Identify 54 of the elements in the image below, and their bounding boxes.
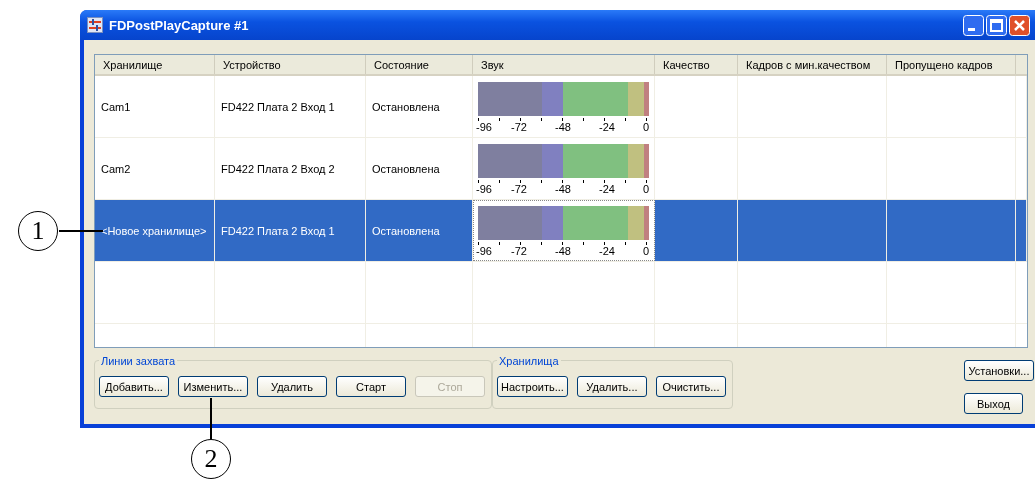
exit-button[interactable]: Выход xyxy=(964,393,1023,414)
scale-label: 0 xyxy=(642,244,650,257)
table-cell: Cam1 xyxy=(101,100,131,113)
table-cell: FD422 Плата 2 Вход 1 xyxy=(221,100,335,113)
table-cell: Cam2 xyxy=(101,162,131,175)
column-header[interactable]: Состояние xyxy=(366,55,473,74)
column-header[interactable]: Хранилище xyxy=(95,55,215,74)
action-button[interactable]: Очистить... xyxy=(655,376,726,397)
leader-line xyxy=(210,398,212,439)
scale-label: 0 xyxy=(642,120,650,133)
action-button[interactable]: Старт xyxy=(336,376,406,397)
list-row[interactable]: Cam1 FD422 Плата 2 Вход 1 Остановлена -96 -72 -48 -24 0 xyxy=(95,76,1027,138)
scale-label: -96 xyxy=(476,244,492,257)
table-cell: Остановлена xyxy=(372,100,440,113)
column-header[interactable]: Устройство xyxy=(215,55,366,74)
group-title: Линии захвата xyxy=(99,355,178,367)
action-button[interactable]: Удалить xyxy=(257,376,327,397)
scale-label: -24 xyxy=(599,182,615,195)
list-row[interactable]: <Новое хранилище> FD422 Плата 2 Вход 1 Остановлена -96 -72 -48 -24 0 xyxy=(95,200,1027,262)
scale-label: -48 xyxy=(555,182,571,195)
column-header[interactable]: Пропущено кадров xyxy=(887,55,1016,74)
scale-label: -72 xyxy=(511,182,527,195)
scale-label: -72 xyxy=(511,120,527,133)
leader-line xyxy=(59,230,103,232)
window-title: FDPostPlayCapture #1 xyxy=(109,17,250,33)
scale-label: -72 xyxy=(511,244,527,257)
table-cell: <Новое хранилище> xyxy=(101,224,207,237)
action-button[interactable]: Настроить... xyxy=(497,376,568,397)
column-header[interactable]: Кадров с мин.качеством xyxy=(738,55,887,74)
scale-label: -96 xyxy=(476,182,492,195)
table-cell: Остановлена xyxy=(372,162,440,175)
scale-label: -48 xyxy=(555,244,571,257)
action-button[interactable]: Удалить... xyxy=(576,376,647,397)
table-cell: FD422 Плата 2 Вход 2 xyxy=(221,162,335,175)
scale-label: -96 xyxy=(476,120,492,133)
column-header[interactable]: Качество xyxy=(655,55,738,74)
scale-label: 0 xyxy=(642,182,650,195)
callout-marker: 1 xyxy=(18,211,58,251)
app-icon xyxy=(87,17,103,33)
column-header[interactable]: Звук xyxy=(473,55,655,74)
maximize-icon[interactable] xyxy=(986,14,1007,36)
callout-marker: 2 xyxy=(191,439,231,479)
group-title: Хранилища xyxy=(497,355,561,367)
list-row[interactable]: Cam2 FD422 Плата 2 Вход 2 Остановлена -96 -72 -48 -24 0 xyxy=(95,138,1027,200)
table-cell: FD422 Плата 2 Вход 1 xyxy=(221,224,335,237)
scale-label: -24 xyxy=(599,244,615,257)
scale-label: -48 xyxy=(555,120,571,133)
action-button[interactable]: Добавить... xyxy=(99,376,169,397)
close-icon[interactable] xyxy=(1009,14,1030,36)
minimize-icon[interactable] xyxy=(963,14,984,36)
action-button[interactable]: Изменить... xyxy=(178,376,248,397)
settings-button[interactable]: Установки... xyxy=(964,360,1034,381)
scale-label: -24 xyxy=(599,120,615,133)
table-cell: Остановлена xyxy=(372,224,440,237)
